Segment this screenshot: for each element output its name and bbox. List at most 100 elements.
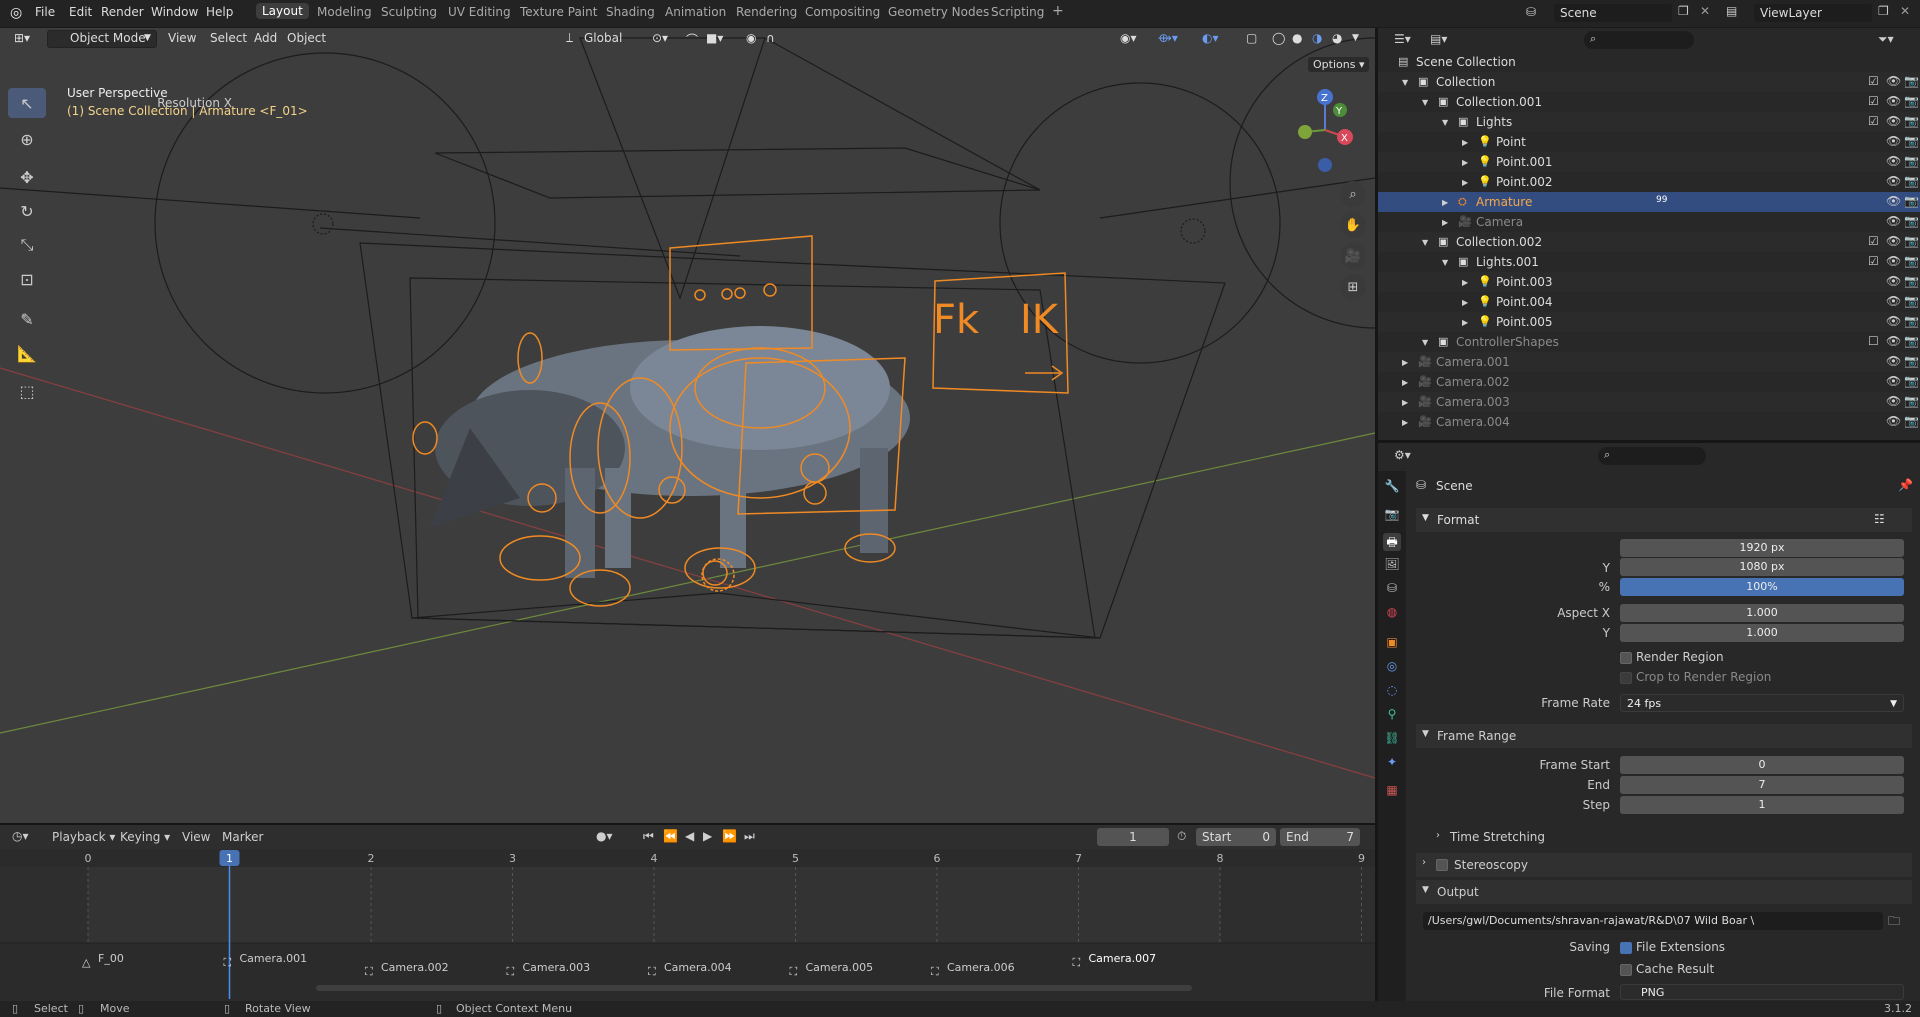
eye-icon[interactable]: 👁 bbox=[1886, 214, 1901, 228]
outliner-row[interactable]: ▶ 💡 Point.002 👁 📷 bbox=[1378, 172, 1920, 192]
physics-tab-icon[interactable]: ⚲ bbox=[1383, 707, 1401, 725]
menu-add[interactable]: Add bbox=[254, 31, 277, 45]
camera-render-icon[interactable]: 📷 bbox=[1904, 134, 1919, 148]
properties-search-field[interactable] bbox=[1598, 447, 1706, 465]
play-icon[interactable]: ▶ bbox=[703, 829, 712, 843]
view-layer-icon[interactable]: ▤ bbox=[1726, 4, 1737, 18]
modifier-tab-icon[interactable]: ◎ bbox=[1383, 659, 1401, 677]
delete-view-layer-icon[interactable]: ✕ bbox=[1900, 4, 1910, 18]
eye-icon[interactable]: 👁 bbox=[1886, 354, 1901, 368]
rotate-tool-icon[interactable]: ↻ bbox=[8, 196, 46, 226]
eye-icon[interactable]: 👁 bbox=[1886, 94, 1901, 108]
exclude-checkbox-icon[interactable]: ☑ bbox=[1868, 114, 1879, 128]
resolution-x-field[interactable]: 1920 px bbox=[1620, 539, 1904, 557]
tab-rendering[interactable]: Rendering bbox=[736, 5, 797, 19]
outliner-row[interactable]: ▶ 💡 Point.001 👁 📷 bbox=[1378, 152, 1920, 172]
outliner-row[interactable]: ▶ 💡 Point 👁 📷 bbox=[1378, 132, 1920, 152]
eye-icon[interactable]: 👁 bbox=[1886, 74, 1901, 88]
next-keyframe-icon[interactable]: ⏩ bbox=[722, 829, 737, 843]
outliner-row[interactable]: ▶ 🎥 Camera.001 👁 📷 bbox=[1378, 352, 1920, 372]
cursor-tool-icon[interactable]: ⊕ bbox=[8, 124, 46, 154]
camera-render-icon[interactable]: 📷 bbox=[1904, 414, 1919, 428]
camera-render-icon[interactable]: 📷 bbox=[1904, 374, 1919, 388]
camera-render-icon[interactable]: 📷 bbox=[1904, 214, 1919, 228]
preview-range-icon[interactable]: ⏱ bbox=[1177, 829, 1186, 844]
tab-animation[interactable]: Animation bbox=[665, 5, 726, 19]
render-region-checkbox[interactable] bbox=[1620, 652, 1632, 664]
camera-render-icon[interactable]: 📷 bbox=[1904, 394, 1919, 408]
exclude-checkbox-icon[interactable]: ☐ bbox=[1868, 334, 1879, 348]
snap-target-icon[interactable]: ■▾ bbox=[706, 31, 723, 45]
3d-viewport[interactable]: Fk IK ⊞▾ Object Mode ▼ View Select Add O… bbox=[0, 28, 1375, 823]
expand-toggle-icon[interactable]: ▶ bbox=[1462, 318, 1468, 327]
visibility-icon[interactable]: ◉▾ bbox=[1120, 31, 1137, 45]
format-presets-icon[interactable]: ☷ bbox=[1874, 512, 1885, 526]
output-panel-header[interactable]: ▼ Output bbox=[1416, 880, 1912, 904]
outliner-editor-icon[interactable]: ☰▾ bbox=[1394, 32, 1411, 46]
expand-toggle-icon[interactable]: ▶ bbox=[1442, 198, 1448, 207]
outliner-row[interactable]: ▼ ▣ ControllerShapes 👁 📷 ☐ bbox=[1378, 332, 1920, 352]
camera-render-icon[interactable]: 📷 bbox=[1904, 354, 1919, 368]
camera-render-icon[interactable]: 📷 bbox=[1904, 154, 1919, 168]
move-tool-icon[interactable]: ✥ bbox=[8, 162, 46, 192]
expand-toggle-icon[interactable]: ▼ bbox=[1422, 338, 1428, 347]
jump-end-icon[interactable]: ⏭ bbox=[744, 829, 755, 844]
format-panel-header[interactable]: ▼ Format ☷ bbox=[1416, 508, 1912, 532]
eye-icon[interactable]: 👁 bbox=[1886, 194, 1901, 208]
camera-render-icon[interactable]: 📷 bbox=[1904, 294, 1919, 308]
exclude-checkbox-icon[interactable]: ☑ bbox=[1868, 254, 1879, 268]
pan-hand-icon[interactable]: ✋ bbox=[1340, 212, 1366, 238]
xray-icon[interactable]: ▢ bbox=[1246, 31, 1257, 45]
tab-uv-editing[interactable]: UV Editing bbox=[448, 5, 511, 19]
solid-shading-icon[interactable]: ● bbox=[1292, 31, 1302, 45]
proportional-edit-icon[interactable]: ◉ bbox=[746, 31, 756, 45]
properties-editor-icon[interactable]: ⚙▾ bbox=[1394, 448, 1411, 462]
menu-help[interactable]: Help bbox=[206, 5, 233, 19]
expand-toggle-icon[interactable]: ▼ bbox=[1422, 98, 1428, 107]
falloff-icon[interactable]: ∩ bbox=[766, 31, 775, 45]
rendered-shading-icon[interactable]: ◕ bbox=[1332, 31, 1342, 45]
frame-rate-dropdown[interactable]: 24 fps ▼ bbox=[1620, 694, 1904, 712]
menu-edit[interactable]: Edit bbox=[69, 5, 92, 19]
menu-timeline-view[interactable]: View bbox=[182, 830, 210, 844]
outliner[interactable]: ☰▾ ▤▾ ⌕ ⏷▾ ▤ Scene Collection ▼ ▣ Collection… bbox=[1378, 28, 1920, 440]
camera-render-icon[interactable]: 📷 bbox=[1904, 334, 1919, 348]
aspect-y-field[interactable]: 1.000 bbox=[1620, 624, 1904, 642]
menu-playback[interactable]: Playback ▾ bbox=[52, 830, 115, 844]
start-frame-field[interactable]: Start 0 bbox=[1196, 828, 1276, 846]
tab-modeling[interactable]: Modeling bbox=[317, 5, 372, 19]
play-reverse-icon[interactable]: ◀ bbox=[685, 829, 694, 843]
expand-toggle-icon[interactable]: ▶ bbox=[1462, 278, 1468, 287]
pivot-point-icon[interactable]: ⊙▾ bbox=[652, 31, 668, 45]
timeline-area[interactable]: 01234567891 △F_00⛶Camera.001⛶Camera.002⛶… bbox=[0, 849, 1375, 999]
frame-end-field[interactable]: 7 bbox=[1620, 776, 1904, 794]
snap-icon[interactable]: ⌒ bbox=[686, 31, 698, 48]
frame-range-panel-header[interactable]: ▼ Frame Range bbox=[1416, 724, 1912, 748]
expand-toggle-icon[interactable]: ▶ bbox=[1402, 418, 1408, 427]
menu-view[interactable]: View bbox=[168, 31, 196, 45]
eye-icon[interactable]: 👁 bbox=[1886, 154, 1901, 168]
render-tab-icon[interactable]: 📷 bbox=[1383, 507, 1401, 525]
eye-icon[interactable]: 👁 bbox=[1886, 174, 1901, 188]
timeline-editor-icon[interactable]: ◷▾ bbox=[12, 829, 29, 843]
expand-toggle-icon[interactable]: ▶ bbox=[1402, 398, 1408, 407]
camera-render-icon[interactable]: 📷 bbox=[1904, 254, 1919, 268]
eye-icon[interactable]: 👁 bbox=[1886, 254, 1901, 268]
outliner-row[interactable]: ▶ ⛭ Armature 99 👁 📷 bbox=[1378, 192, 1920, 212]
world-tab-icon[interactable]: ◍ bbox=[1383, 605, 1401, 623]
delete-scene-icon[interactable]: ✕ bbox=[1700, 4, 1710, 18]
menu-select[interactable]: Select bbox=[210, 31, 247, 45]
eye-icon[interactable]: 👁 bbox=[1886, 274, 1901, 288]
eye-icon[interactable]: 👁 bbox=[1886, 134, 1901, 148]
eye-icon[interactable]: 👁 bbox=[1886, 294, 1901, 308]
outliner-row[interactable]: ▤ Scene Collection bbox=[1378, 52, 1920, 72]
annotate-tool-icon[interactable]: ✎ bbox=[8, 304, 46, 334]
transform-tool-icon[interactable]: ⊡ bbox=[8, 264, 46, 294]
scene-selector[interactable]: Scene bbox=[1554, 4, 1672, 22]
camera-render-icon[interactable]: 📷 bbox=[1904, 314, 1919, 328]
resolution-y-field[interactable]: 1080 px bbox=[1620, 558, 1904, 576]
scene-icon[interactable]: ⛁ bbox=[1526, 5, 1536, 19]
expand-toggle-icon[interactable]: ▼ bbox=[1442, 118, 1448, 127]
expand-toggle-icon[interactable]: ▼ bbox=[1422, 238, 1428, 247]
blender-logo-icon[interactable]: ◎ bbox=[10, 5, 22, 21]
